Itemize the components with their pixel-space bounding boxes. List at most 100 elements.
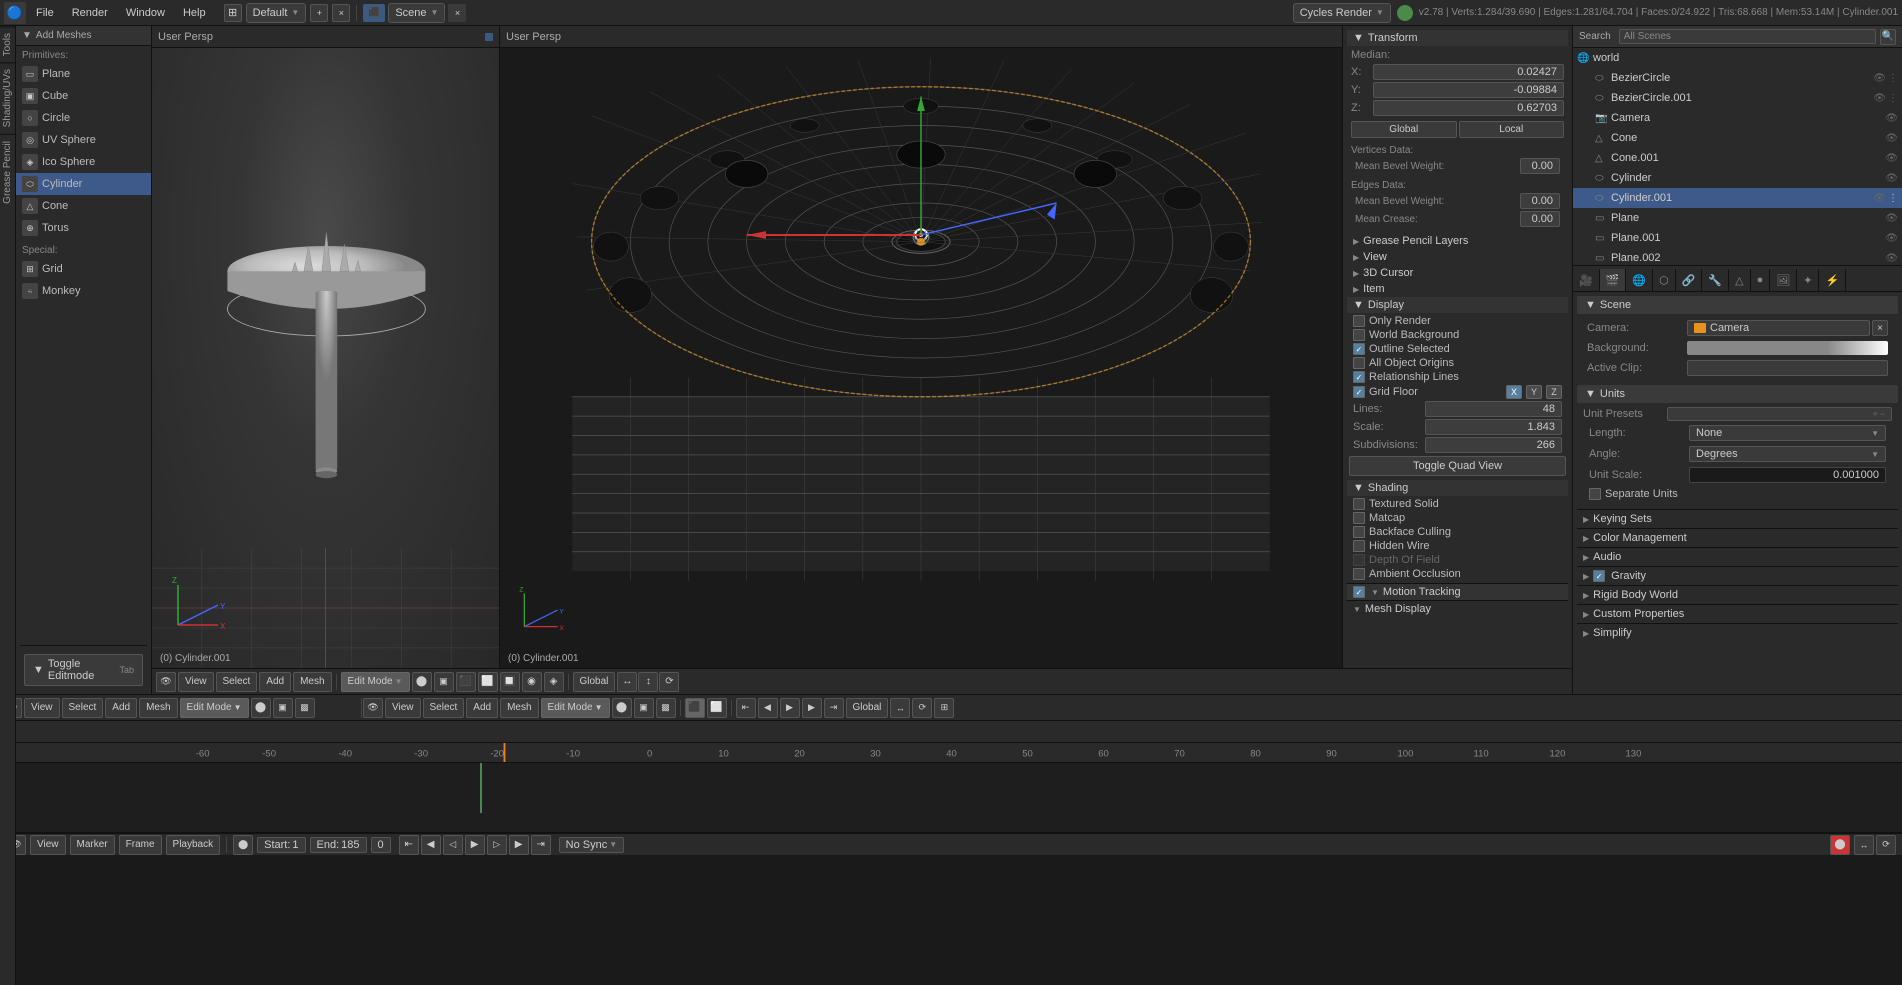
eye-icon-4[interactable]: 👁 [1885,133,1898,144]
tab-tools[interactable]: Tools [0,26,15,62]
camera-x-btn[interactable]: × [1872,320,1888,336]
add-layout-btn[interactable]: + [310,4,328,22]
matcap-cb[interactable] [1353,512,1365,524]
y-axis-btn[interactable]: Y [1526,385,1542,399]
add-btn-left[interactable]: Add [259,672,291,692]
eye-icon-8[interactable]: 👁 [1885,213,1898,224]
y-field[interactable]: -0.09884 [1373,82,1564,98]
audio-header[interactable]: ▶ Audio [1577,547,1898,566]
render-engine-selector[interactable]: Cycles Render ▼ [1293,3,1391,23]
transform-icon-2[interactable]: ↕ [638,672,658,692]
relationship-lines-cb[interactable]: ✓ [1353,371,1365,383]
view-icon-right[interactable]: 👁 [363,698,383,718]
play-pause-btn[interactable]: ▶ [465,835,485,855]
z-field[interactable]: 0.62703 [1373,100,1564,116]
outliner-bezier[interactable]: ⬭ BezierCircle 👁 ⋮ [1573,68,1902,88]
circle-select-icon[interactable]: ⬤ [412,672,432,692]
jump-prev-btn[interactable]: ◁ [443,835,463,855]
mesh-display-header[interactable]: ▼ Mesh Display [1347,600,1568,617]
tab-grease-pencil[interactable]: Grease Pencil [0,134,15,210]
menu-help[interactable]: Help [175,3,214,23]
global-btn-rb[interactable]: Global [846,698,889,718]
solid-icon[interactable]: ⬛ [456,672,476,692]
nav-icon-3[interactable]: ▶ [802,698,822,718]
solid-shade-rb[interactable]: ⬛ [685,698,705,718]
render-icon-left[interactable]: ◈ [544,672,564,692]
simplify-header[interactable]: ▶ Simplify [1577,623,1898,642]
tool-cylinder[interactable]: ⬭ Cylinder [16,173,151,195]
mode-btn-left[interactable]: Edit Mode ▼ [341,672,410,692]
display-header[interactable]: ▼ Display [1347,297,1568,313]
select-btn-left[interactable]: Select [216,672,258,692]
start-field[interactable]: Start: 1 [257,837,305,853]
all-obj-origins-cb[interactable] [1353,357,1365,369]
transform-icon-1[interactable]: ↔ [617,672,637,692]
eye-icon-9[interactable]: 👁 [1885,233,1898,244]
vert-sel-lb[interactable]: ⬤ [251,698,271,718]
edge-sel-rb[interactable]: ▣ [634,698,654,718]
keying-icon[interactable]: ⬤ [1830,835,1850,855]
add-btn-rb[interactable]: Add [466,698,498,718]
background-color[interactable] [1687,341,1888,355]
scene-prop-header[interactable]: ▼ Scene [1577,296,1898,314]
tool-uvsphere[interactable]: ◎ UV Sphere [16,129,151,151]
frame-btn[interactable]: Frame [119,835,162,855]
face-sel-lb[interactable]: ▩ [295,698,315,718]
menu-window[interactable]: Window [118,3,173,23]
add-meshes-header[interactable]: ▼ Add Meshes [16,26,151,46]
outliner-bezier001[interactable]: ⬭ BezierCircle.001 👁 ⋮ [1573,88,1902,108]
rigid-body-header[interactable]: ▶ Rigid Body World [1577,585,1898,604]
backface-culling-cb[interactable] [1353,526,1365,538]
eye-icon-6[interactable]: 👁 [1885,173,1898,184]
x-field[interactable]: 0.02427 [1373,64,1564,80]
x-axis-btn[interactable]: X [1506,385,1522,399]
tab-texture[interactable]: 🖼 [1770,269,1797,291]
nav-icon-2[interactable]: ◀ [758,698,778,718]
close-scene-btn[interactable]: × [448,4,466,22]
nav-icon-1[interactable]: ⇤ [736,698,756,718]
motion-tracking-cb[interactable]: ✓ [1353,586,1365,598]
tool-cube[interactable]: ▣ Cube [16,85,151,107]
subdivisions-field[interactable]: 266 [1425,437,1562,453]
custom-props-header[interactable]: ▶ Custom Properties [1577,604,1898,623]
view-btn-lb[interactable]: View [24,698,60,718]
gravity-header[interactable]: ▶ ✓ Gravity [1577,566,1898,585]
extra-icon-2[interactable]: ⟳ [912,698,932,718]
nav-icon-4[interactable]: ⇥ [824,698,844,718]
wire-icon[interactable]: ⬜ [478,672,498,692]
grease-pencil-header[interactable]: ▶ Grease Pencil Layers [1347,233,1568,249]
add-btn-lb[interactable]: Add [105,698,137,718]
filter-icon-2[interactable]: ⋮ [1888,93,1898,104]
separate-units-cb[interactable] [1589,488,1601,500]
current-frame-field[interactable]: 0 [371,837,391,853]
unit-scale-field[interactable]: 0.001000 [1689,467,1886,483]
tool-plane[interactable]: ▭ Plane [16,63,151,85]
extra-icon-3[interactable]: ⊞ [934,698,954,718]
ambient-occlusion-cb[interactable] [1353,568,1365,580]
tool-torus[interactable]: ⊕ Torus [16,217,151,239]
eye-icon-5[interactable]: 👁 [1885,153,1898,164]
toggle-editmode-btn[interactable]: ▼ Toggle Editmode Tab [24,654,143,686]
menu-render[interactable]: Render [64,3,116,23]
vert-sel-rb[interactable]: ⬤ [612,698,632,718]
grid-floor-cb[interactable]: ✓ [1353,386,1365,398]
tab-physics[interactable]: ⚡ [1819,269,1846,291]
item-header[interactable]: ▶ Item [1347,281,1568,297]
tab-modifiers[interactable]: 🔧 [1702,269,1729,291]
view-header[interactable]: ▶ View [1347,249,1568,265]
viewport-left-drag-handle[interactable] [485,33,493,41]
tool-cone[interactable]: △ Cone [16,195,151,217]
edge-sel-lb[interactable]: ▣ [273,698,293,718]
global-btn-left[interactable]: Global [573,672,616,692]
jump-end-btn[interactable]: ⇥ [531,835,551,855]
motion-tracking-header[interactable]: ✓ ▼ Motion Tracking [1347,583,1568,600]
workspace-selector[interactable]: Default ▼ [246,3,307,23]
extra-icon-1[interactable]: ↔ [890,698,910,718]
shading-header[interactable]: ▼ Shading [1347,480,1568,496]
gravity-cb[interactable]: ✓ [1593,570,1605,582]
tab-material[interactable]: ● [1751,269,1771,291]
tab-constraints[interactable]: 🔗 [1676,269,1703,291]
cursor-header[interactable]: ▶ 3D Cursor [1347,265,1568,281]
tool-circle[interactable]: ○ Circle [16,107,151,129]
eye-icon-7[interactable]: 👁 [1873,193,1886,204]
